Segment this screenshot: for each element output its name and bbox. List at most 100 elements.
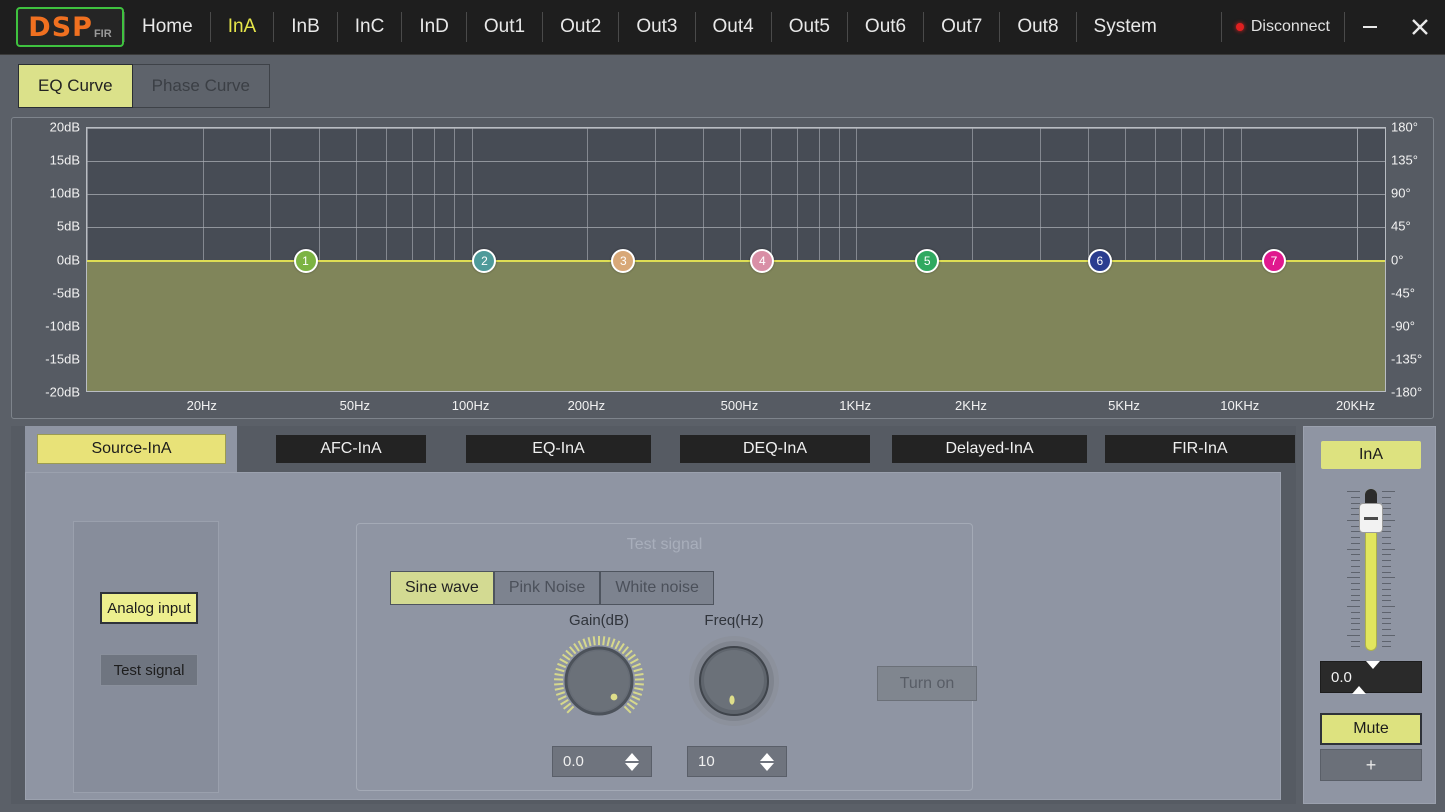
gridline-h-0 (87, 128, 1385, 129)
level-value: 0.0 (1331, 669, 1352, 686)
top-navigation-bar: DSP FIR HomeInAInBInCInDOut1Out2Out3Out4… (0, 0, 1445, 55)
analog-input-label: Analog input (107, 600, 190, 617)
fader-handle[interactable] (1359, 503, 1383, 533)
eq-point-6[interactable]: 6 (1088, 249, 1112, 273)
gain-stepper-arrows[interactable] (625, 753, 639, 771)
minimize-button[interactable] (1345, 0, 1395, 54)
nav-item-out8[interactable]: Out8 (1000, 0, 1075, 54)
nav-item-out5[interactable]: Out5 (772, 0, 847, 54)
nav-item-inb[interactable]: InB (274, 0, 337, 54)
x-tick-7: 5KHz (1108, 398, 1140, 413)
eq-point-3[interactable]: 3 (611, 249, 635, 273)
fader-tick (1382, 595, 1391, 596)
y2-tick-1: 135° (1391, 153, 1418, 168)
y-axis-db-labels: 20dB15dB10dB5dB0dB-5dB-10dB-15dB-20dB (12, 127, 80, 392)
freq-decrement-icon[interactable] (760, 763, 774, 771)
fader-tick (1382, 526, 1391, 527)
eq-point-2[interactable]: 2 (472, 249, 496, 273)
x-tick-5: 1KHz (839, 398, 871, 413)
nav-item-out6[interactable]: Out6 (848, 0, 923, 54)
nav-item-home[interactable]: Home (125, 0, 210, 54)
freq-value-stepper[interactable]: 10 (687, 746, 787, 777)
fader-tick (1382, 577, 1395, 578)
module-tab-eq-ina[interactable]: EQ-InA (466, 435, 651, 463)
nav-item-out4[interactable]: Out4 (696, 0, 771, 54)
fader-tick (1351, 583, 1360, 584)
y2-tick-8: -180° (1391, 385, 1422, 400)
channel-name-button[interactable]: InA (1321, 441, 1421, 469)
test-signal-title: Test signal (357, 536, 972, 554)
fader-tick (1351, 537, 1360, 538)
curve-tab-eq-curve[interactable]: EQ Curve (18, 64, 133, 108)
level-decrement-icon[interactable] (1366, 661, 1380, 686)
signal-type-white-noise[interactable]: White noise (600, 571, 714, 605)
level-value-stepper[interactable]: 0.0 (1320, 661, 1422, 693)
nav-item-ind[interactable]: InD (402, 0, 466, 54)
y2-tick-2: 90° (1391, 186, 1411, 201)
x-tick-4: 500Hz (721, 398, 759, 413)
gridline-h-3 (87, 227, 1385, 228)
eq-point-4[interactable]: 4 (750, 249, 774, 273)
eq-graph-panel[interactable]: 20dB15dB10dB5dB0dB-5dB-10dB-15dB-20dB 18… (11, 117, 1434, 419)
gain-knob[interactable] (552, 634, 646, 728)
freq-knob[interactable] (687, 634, 781, 728)
module-tab-afc-ina[interactable]: AFC-InA (276, 435, 426, 463)
fader-tick (1382, 514, 1391, 515)
module-tab-strip: Source-InA AFC-InA EQ-InA DEQ-InA Delayed-In… (11, 426, 1296, 472)
source-panel: Analog input Test signal Test signal Sin… (25, 472, 1281, 800)
fader-tick (1351, 497, 1360, 498)
gain-increment-icon[interactable] (625, 753, 639, 761)
mute-label: Mute (1353, 720, 1389, 738)
fader-tick (1351, 612, 1360, 613)
close-button[interactable] (1395, 0, 1445, 54)
signal-type-pink-noise[interactable]: Pink Noise (494, 571, 600, 605)
fader-tick (1382, 641, 1391, 642)
turn-on-button[interactable]: Turn on (877, 666, 977, 701)
nav-item-out1[interactable]: Out1 (467, 0, 542, 54)
analog-input-button[interactable]: Analog input (100, 592, 198, 624)
module-tab-delayed-ina[interactable]: Delayed-InA (892, 435, 1087, 463)
x-tick-3: 200Hz (568, 398, 606, 413)
eq-point-5[interactable]: 5 (915, 249, 939, 273)
eq-plot-area[interactable]: 1 2 3 4 5 6 7 (86, 127, 1386, 392)
add-button[interactable]: + (1320, 749, 1422, 781)
level-fader[interactable] (1344, 479, 1398, 651)
test-signal-button[interactable]: Test signal (100, 654, 198, 686)
disconnect-button[interactable]: Disconnect (1222, 0, 1344, 54)
y2-tick-7: -135° (1391, 351, 1422, 366)
app-logo: DSP FIR (16, 7, 124, 47)
module-tab-deq-ina[interactable]: DEQ-InA (680, 435, 870, 463)
nav-item-out3[interactable]: Out3 (619, 0, 694, 54)
fader-tick (1382, 635, 1395, 636)
nav-item-ina[interactable]: InA (211, 0, 274, 54)
y2-tick-6: -90° (1391, 318, 1415, 333)
add-label: + (1366, 755, 1377, 776)
eq-point-1[interactable]: 1 (294, 249, 318, 273)
y2-tick-5: -45° (1391, 285, 1415, 300)
gain-value-stepper[interactable]: 0.0 (552, 746, 652, 777)
signal-type-sine-wave[interactable]: Sine wave (390, 571, 494, 605)
eq-point-7[interactable]: 7 (1262, 249, 1286, 273)
mute-button[interactable]: Mute (1320, 713, 1422, 745)
nav-item-system[interactable]: System (1077, 0, 1174, 54)
module-tab-fir-ina[interactable]: FIR-InA (1105, 435, 1295, 463)
fader-tick (1382, 589, 1391, 590)
module-tab-source-ina[interactable]: Source-InA (37, 434, 226, 464)
gain-decrement-icon[interactable] (625, 763, 639, 771)
level-stepper-arrows[interactable] (1352, 669, 1380, 686)
nav-item-out7[interactable]: Out7 (924, 0, 999, 54)
fader-tick (1382, 612, 1391, 613)
fader-tick (1351, 623, 1360, 624)
fader-tick (1351, 566, 1360, 567)
nav-item-inc[interactable]: InC (338, 0, 402, 54)
fader-tick (1351, 600, 1360, 601)
freq-stepper-arrows[interactable] (760, 753, 774, 771)
freq-increment-icon[interactable] (760, 753, 774, 761)
fader-tick (1382, 606, 1395, 607)
nav-item-out2[interactable]: Out2 (543, 0, 618, 54)
x-axis-frequency-labels: 20Hz50Hz100Hz200Hz500Hz1KHz2KHz5KHz10KHz… (86, 398, 1386, 416)
input-source-selector: Analog input Test signal (73, 521, 219, 793)
fader-tick (1351, 503, 1360, 504)
curve-tab-phase-curve[interactable]: Phase Curve (133, 64, 270, 108)
level-increment-icon[interactable] (1352, 669, 1366, 694)
